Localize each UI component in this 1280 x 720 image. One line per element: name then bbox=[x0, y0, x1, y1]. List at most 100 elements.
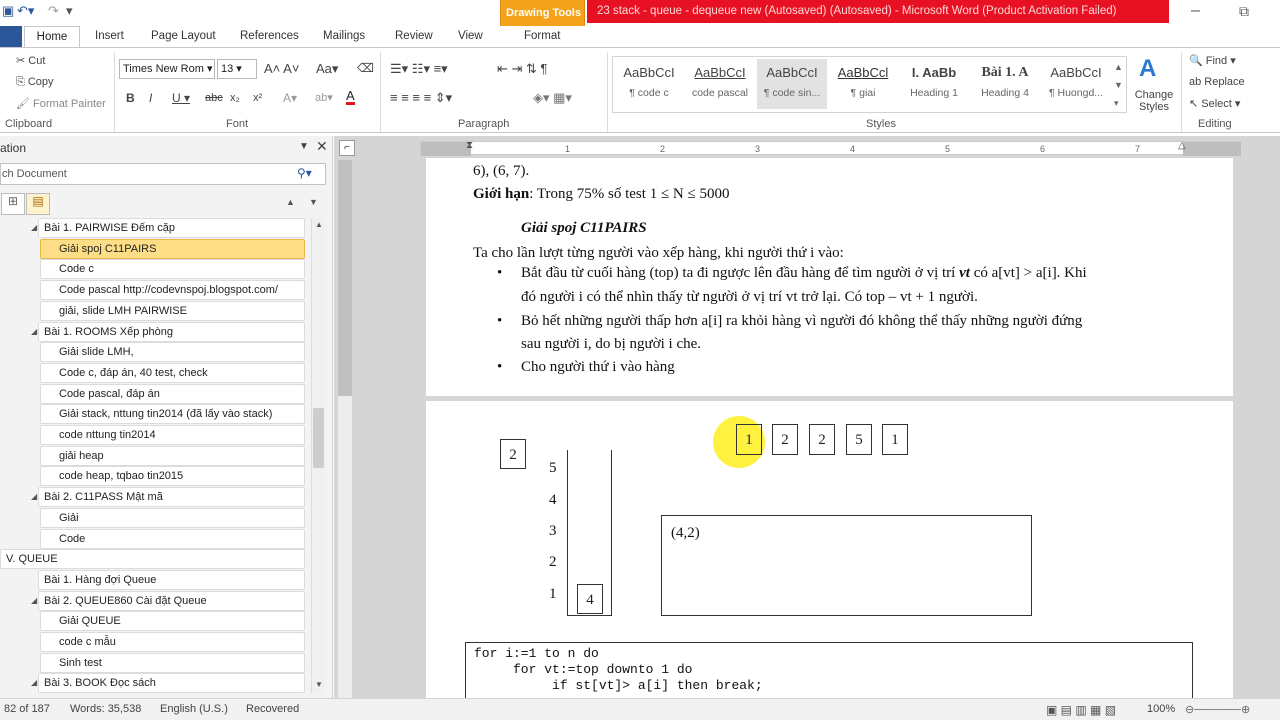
nav-heading-item[interactable]: code nttung tin2014 bbox=[0, 425, 305, 445]
expand-triangle-icon[interactable]: ◢ bbox=[31, 322, 37, 341]
bullets-icon[interactable]: ☰▾ ☷▾ ≡▾ bbox=[390, 61, 448, 77]
expand-triangle-icon[interactable]: ◢ bbox=[31, 591, 37, 610]
clear-format-icon[interactable]: ⌫ bbox=[357, 61, 374, 75]
tab-selector-icon[interactable]: ⌐ bbox=[339, 140, 355, 156]
nav-heading-item[interactable]: Code bbox=[0, 528, 305, 549]
underline-icon[interactable]: U ▾ bbox=[172, 91, 190, 105]
font-color-icon[interactable]: A bbox=[346, 89, 355, 105]
expand-triangle-icon[interactable]: ◢ bbox=[31, 487, 37, 506]
grow-font-icon[interactable]: A˄ A˅ bbox=[264, 61, 299, 76]
nav-scroll-thumb[interactable] bbox=[313, 408, 324, 468]
shading-icon[interactable]: ◈▾ ▦▾ bbox=[533, 90, 572, 106]
copy-button[interactable]: ⎘ Copy bbox=[16, 76, 54, 89]
tab-view[interactable]: View bbox=[458, 26, 483, 48]
nav-heading-item[interactable]: ◢ Bài 2. C11PASS Mật mã bbox=[0, 487, 305, 508]
text-effects-icon[interactable]: A▾ bbox=[283, 91, 297, 105]
tab-page-layout[interactable]: Page Layout bbox=[151, 26, 216, 48]
style-heading-4[interactable]: Bài 1. A Heading 4 bbox=[970, 59, 1040, 109]
customize-quick-access-icon[interactable]: ▾ bbox=[66, 3, 73, 19]
sequence-box[interactable]: 2 bbox=[809, 424, 835, 455]
nav-menu-icon[interactable]: ▼ bbox=[299, 141, 309, 152]
style-heading-1[interactable]: I. AaBb Heading 1 bbox=[899, 59, 969, 109]
tab-home[interactable]: Home bbox=[24, 26, 80, 48]
nav-heading-item[interactable]: ◢ Bài 1. PAIRWISE Đếm cặp bbox=[0, 218, 305, 238]
subscript-icon[interactable]: x₂ bbox=[230, 92, 240, 104]
nav-heading-item[interactable]: Bài 1. Hàng đợi Queue bbox=[0, 569, 305, 590]
undo-icon[interactable]: ↶▾ bbox=[17, 3, 34, 19]
nav-heading-item[interactable]: ◢ Bài 2. QUEUE860 Cài đặt Queue bbox=[0, 590, 305, 611]
close-icon[interactable]: ✕ bbox=[316, 138, 328, 155]
horizontal-ruler[interactable]: 1 2 3 4 5 6 7 ⧗ △ bbox=[420, 140, 1241, 156]
tab-references[interactable]: References bbox=[240, 26, 299, 48]
change-case-icon[interactable]: Aa▾ bbox=[316, 61, 338, 77]
nav-heading-item[interactable]: Code pascal http://codevnspoj.blogspot.c… bbox=[0, 280, 305, 301]
redo-icon[interactable]: ↷ bbox=[48, 3, 59, 19]
font-name-combo[interactable]: Times New Rom ▾ bbox=[119, 59, 215, 79]
nav-scrollbar[interactable]: ▲ ▼ bbox=[311, 218, 325, 694]
nav-heading-item[interactable]: ◢ Bài 1. ROOMS Xếp phòng bbox=[0, 321, 305, 342]
word-count[interactable]: Words: 35,538 bbox=[70, 703, 141, 715]
nav-heading-item[interactable]: Giải slide LMH, bbox=[0, 342, 305, 363]
indent-icon[interactable]: ⇤ ⇥ ⇅ ¶ bbox=[497, 61, 548, 77]
nav-heading-item[interactable]: Giải spoj C11PAIRS bbox=[0, 238, 305, 259]
code-block[interactable]: for i:=1 to n do for vt:=top downto 1 do… bbox=[465, 642, 1193, 702]
nav-heading-item[interactable]: Giải QUEUE bbox=[0, 611, 305, 632]
expand-triangle-icon[interactable]: ◢ bbox=[31, 218, 37, 237]
nav-heading-item[interactable]: giải, slide LMH PAIRWISE bbox=[0, 300, 305, 321]
tab-review[interactable]: Review bbox=[395, 26, 433, 48]
tab-insert[interactable]: Insert bbox=[95, 26, 124, 48]
pairs-output-box[interactable]: (4,2) bbox=[661, 515, 1032, 616]
tab-format[interactable]: Format bbox=[524, 26, 560, 48]
view-buttons-icon[interactable]: ▣ ▤ ▥ ▦ ▧ bbox=[1046, 703, 1116, 717]
nav-heading-item[interactable]: ◢ Bài 3. BOOK Đọc sách bbox=[0, 673, 305, 694]
nav-heading-item[interactable]: V. QUEUE bbox=[0, 549, 305, 570]
style-code-c[interactable]: AaBbCcI ¶ code c bbox=[614, 59, 684, 109]
nav-heading-item[interactable]: code c mẫu bbox=[0, 632, 305, 652]
select-button[interactable]: ↖ Select ▾ bbox=[1189, 97, 1240, 110]
highlight-icon[interactable]: ab▾ bbox=[315, 91, 333, 104]
results-view-icon[interactable]: ▤ bbox=[26, 193, 50, 215]
pages-view-icon[interactable]: ⊞ bbox=[1, 193, 25, 215]
tab-file[interactable] bbox=[0, 26, 22, 47]
nav-heading-item[interactable]: giải heap bbox=[0, 445, 305, 466]
change-styles-icon[interactable]: A bbox=[1139, 55, 1156, 83]
nav-heading-item[interactable]: Code pascal, đáp án bbox=[0, 383, 305, 404]
search-icon[interactable]: ⚲▾ bbox=[297, 166, 312, 180]
expand-triangle-icon[interactable]: ◢ bbox=[31, 673, 37, 692]
save-icon[interactable]: ▣ bbox=[2, 3, 14, 19]
styles-scroll-icon[interactable]: ▲ ▼ ▾ bbox=[1114, 58, 1123, 112]
strikethrough-icon[interactable]: abc bbox=[205, 92, 223, 104]
search-document-input[interactable]: ch Document ⚲▾ bbox=[0, 163, 326, 185]
sequence-box[interactable]: 1 bbox=[736, 424, 762, 455]
font-size-combo[interactable]: 13 ▾ bbox=[217, 59, 257, 79]
style-huongd[interactable]: AaBbCcI ¶ Huongd... bbox=[1041, 59, 1111, 109]
scroll-up-icon[interactable]: ▲ bbox=[315, 220, 323, 229]
nav-heading-item[interactable]: Sinh test bbox=[0, 652, 305, 673]
page-count[interactable]: 82 of 187 bbox=[4, 703, 50, 715]
sequence-box[interactable]: 5 bbox=[846, 424, 872, 455]
current-person-box[interactable]: 2 bbox=[500, 439, 526, 469]
style-code-pascal[interactable]: AaBbCcI code pascal bbox=[685, 59, 755, 109]
find-button[interactable]: 🔍 Find ▾ bbox=[1189, 54, 1236, 67]
nav-heading-item[interactable]: Code c bbox=[0, 259, 305, 280]
minimize-icon[interactable]: – bbox=[1191, 2, 1200, 20]
superscript-icon[interactable]: x² bbox=[253, 92, 262, 104]
nav-heading-item[interactable]: Giải stack, nttung tin2014 (đã lấy vào s… bbox=[0, 404, 305, 425]
cut-button[interactable]: ✂ Cut bbox=[16, 54, 45, 67]
format-painter-button[interactable]: 🖌 Format Painter bbox=[16, 97, 106, 110]
indent-marker-icon[interactable]: ⧗ bbox=[466, 140, 473, 151]
right-indent-icon[interactable]: △ bbox=[1178, 140, 1186, 151]
nav-heading-item[interactable]: Code c, đáp án, 40 test, check bbox=[0, 362, 305, 383]
scroll-down-icon[interactable]: ▼ bbox=[315, 680, 323, 689]
restore-icon[interactable]: ⧉ bbox=[1239, 3, 1249, 20]
bold-icon[interactable]: B bbox=[126, 91, 135, 105]
italic-icon[interactable]: I bbox=[149, 91, 152, 105]
previous-result-icon[interactable]: ▲ bbox=[286, 197, 295, 207]
align-icons[interactable]: ≡ ≡ ≡ ≡ ⇕▾ bbox=[390, 90, 452, 106]
stack-item-box[interactable]: 4 bbox=[577, 584, 603, 614]
sequence-box[interactable]: 2 bbox=[772, 424, 798, 455]
nav-heading-item[interactable]: Giải bbox=[0, 507, 305, 528]
next-result-icon[interactable]: ▼ bbox=[309, 197, 318, 207]
replace-button[interactable]: ab Replace bbox=[1189, 76, 1245, 88]
zoom-level[interactable]: 100% bbox=[1147, 703, 1175, 715]
